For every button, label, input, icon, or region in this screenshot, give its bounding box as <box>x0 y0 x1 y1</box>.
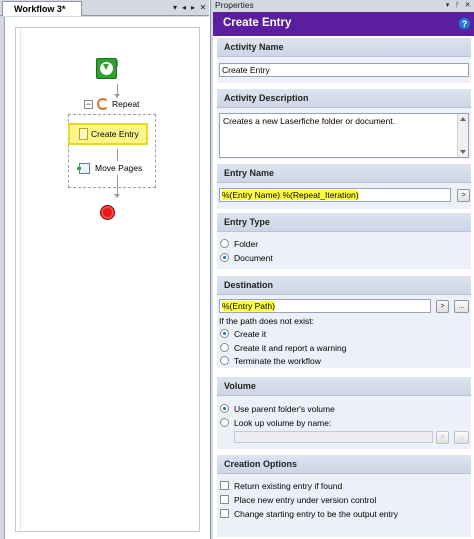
radio-create-it[interactable] <box>220 329 229 338</box>
activity-name-input[interactable]: Create Entry <box>219 63 469 77</box>
radio-lookup-volume[interactable] <box>220 418 229 427</box>
properties-title: Properties <box>215 0 254 10</box>
section-activity-description: Activity Description Creates a new Laser… <box>217 89 471 159</box>
connector-line <box>117 149 118 161</box>
properties-titlebar: Properties ▾ ᚹ ✕ <box>211 0 474 11</box>
section-volume: Volume Use parent folder's volume Look u… <box>217 377 471 449</box>
create-entry-activity[interactable]: Create Entry <box>68 123 148 145</box>
checkbox-return-existing-label: Return existing entry if found <box>234 481 343 491</box>
close-pane-icon[interactable]: ✕ <box>463 0 472 11</box>
checkbox-version-control-label: Place new entry under version control <box>234 495 377 505</box>
collapse-icon[interactable]: − <box>84 100 93 109</box>
radio-lookup-volume-label: Look up volume by name: <box>234 418 332 428</box>
section-destination: Destination %(Entry Path) > ... If the p… <box>217 276 471 368</box>
help-icon[interactable]: ? <box>458 17 471 30</box>
document-icon <box>79 128 88 140</box>
checkbox-change-starting-entry-label: Change starting entry to be the output e… <box>234 509 398 519</box>
section-heading-label: Creation Options <box>224 459 298 469</box>
checkbox-change-starting-entry[interactable] <box>220 509 229 518</box>
pane-menu-icon[interactable]: ▾ <box>443 0 452 11</box>
insert-token-button[interactable]: > <box>457 189 470 202</box>
document-tab-bar: Workflow 3* ▾ ◂ ▸ ✕ <box>0 0 209 16</box>
move-pages-icon <box>77 163 90 174</box>
scroll-tabs-right-icon[interactable]: ▸ <box>188 1 198 14</box>
designer-canvas[interactable]: − Repeat Create Entry Move Pages <box>4 17 209 539</box>
connector-line <box>117 60 118 67</box>
volume-name-input[interactable] <box>234 431 433 443</box>
radio-terminate-label: Terminate the workflow <box>234 356 321 366</box>
destination-token-button[interactable]: > <box>436 300 449 313</box>
radio-document-label: Document <box>234 253 273 263</box>
volume-token-button[interactable]: > <box>436 431 449 444</box>
tab-workflow-3[interactable]: Workflow 3* <box>2 1 82 16</box>
section-entry-name: Entry Name %(Entry Name) %(Repeat_Iterat… <box>217 164 471 209</box>
properties-pane: Properties ▾ ᚹ ✕ Create Entry ? Activity… <box>210 0 474 539</box>
create-entry-label: Create Entry <box>91 129 139 139</box>
section-heading-label: Entry Name <box>224 168 275 178</box>
volume-browse-button[interactable]: ... <box>454 431 469 444</box>
checkbox-return-existing[interactable] <box>220 481 229 490</box>
section-heading: Entry Type <box>217 213 471 232</box>
repeat-icon <box>97 98 109 110</box>
properties-header-title: Create Entry <box>223 17 292 29</box>
close-tab-icon[interactable]: ✕ <box>198 1 208 14</box>
section-creation-options: Creation Options Return existing entry i… <box>217 455 471 537</box>
radio-create-and-warn[interactable] <box>220 343 229 352</box>
activity-description-text: Creates a new Laserfiche folder or docum… <box>223 116 395 126</box>
radio-terminate[interactable] <box>220 356 229 365</box>
radio-create-and-warn-label: Create it and report a warning <box>234 343 347 353</box>
section-heading: Destination <box>217 276 471 295</box>
designer-rail <box>20 28 21 533</box>
section-heading: Activity Description <box>217 89 471 108</box>
start-icon[interactable] <box>96 58 117 79</box>
section-heading-label: Activity Description <box>224 93 309 103</box>
entry-name-input[interactable]: %(Entry Name) %(Repeat_Iteration) <box>219 188 451 202</box>
move-pages-label: Move Pages <box>95 163 143 173</box>
workflow-designer-pane: Workflow 3* ▾ ◂ ▸ ✕ − Repeat Create Entr… <box>0 0 209 539</box>
radio-document[interactable] <box>220 253 229 262</box>
activity-description-textarea[interactable]: Creates a new Laserfiche folder or docum… <box>219 113 469 158</box>
destination-path-input[interactable]: %(Entry Path) <box>219 299 431 313</box>
section-heading: Entry Name <box>217 164 471 183</box>
radio-use-parent-volume[interactable] <box>220 404 229 413</box>
checkbox-version-control[interactable] <box>220 495 229 504</box>
connector-arrow <box>114 194 120 198</box>
section-heading-label: Entry Type <box>224 217 270 227</box>
section-heading: Activity Name <box>217 38 471 57</box>
radio-folder[interactable] <box>220 239 229 248</box>
repeat-label: Repeat <box>112 99 140 109</box>
properties-header: Create Entry ? <box>213 12 474 36</box>
radio-create-it-label: Create it <box>234 329 267 339</box>
properties-panel: Activity Name Create Entry Activity Desc… <box>213 36 474 539</box>
radio-folder-label: Folder <box>234 239 259 249</box>
section-entry-type: Entry Type Folder Document <box>217 213 471 269</box>
section-activity-name: Activity Name Create Entry <box>217 38 471 83</box>
description-scrollbar[interactable] <box>457 114 468 157</box>
workflow-frame: − Repeat Create Entry Move Pages <box>15 27 200 533</box>
radio-use-parent-volume-label: Use parent folder's volume <box>234 404 335 414</box>
section-heading: Creation Options <box>217 455 471 474</box>
end-icon[interactable] <box>100 205 115 220</box>
section-heading-label: Activity Name <box>224 42 284 52</box>
section-heading-label: Destination <box>224 280 274 290</box>
if-not-exist-label: If the path does not exist: <box>219 316 314 326</box>
pin-icon[interactable]: ᚹ <box>453 0 462 11</box>
section-heading: Volume <box>217 377 471 396</box>
connector-arrow <box>114 94 120 98</box>
section-heading-label: Volume <box>224 381 256 391</box>
destination-browse-button[interactable]: ... <box>454 300 469 313</box>
